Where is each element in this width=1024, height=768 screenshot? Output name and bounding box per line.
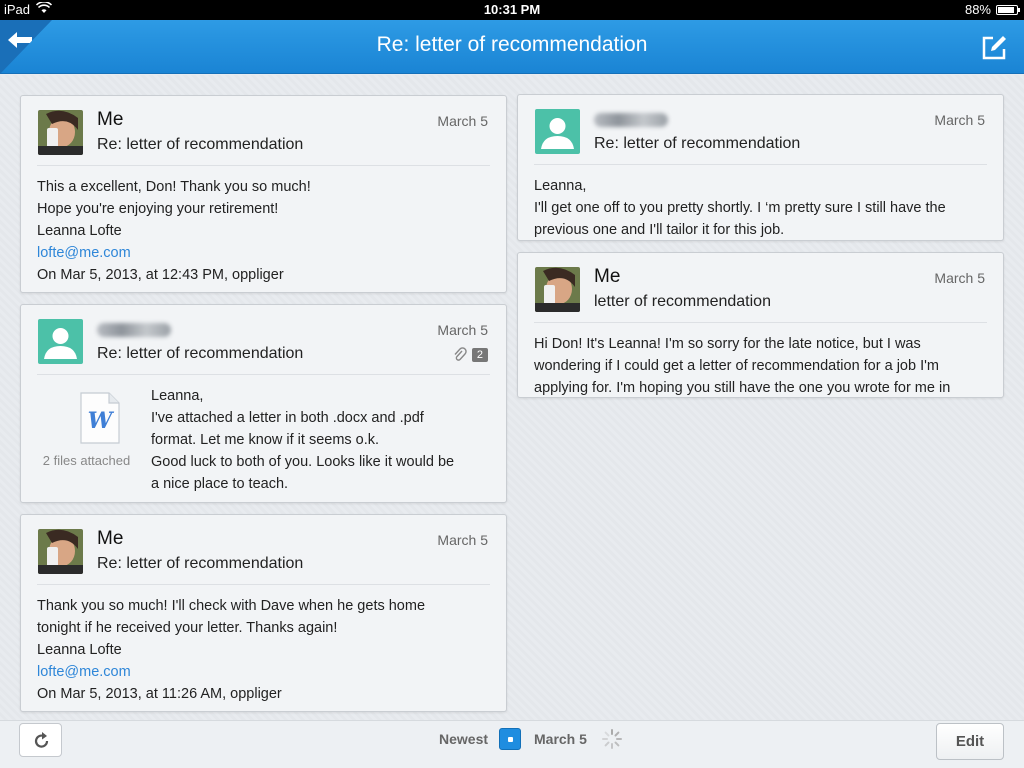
- body-line: Leanna Lofte: [37, 642, 122, 658]
- bottom-toolbar: Newest March 5 Edit: [0, 720, 1024, 768]
- message-date: March 5: [934, 270, 985, 286]
- refresh-icon: [34, 732, 49, 748]
- compose-icon: [982, 36, 1006, 60]
- email-link[interactable]: lofte@me.com: [37, 664, 131, 680]
- body-line: wondering if I could get a letter of rec…: [534, 358, 939, 374]
- body-line: Thank you so much! I'll check with Dave …: [37, 598, 426, 614]
- message-card[interactable]: Me Re: letter of recommendation March 5 …: [20, 514, 507, 712]
- sender-name: Me: [594, 266, 621, 287]
- email-link[interactable]: lofte@me.com: [37, 245, 131, 261]
- paperclip-icon: [454, 347, 467, 361]
- message-date: March 5: [437, 532, 488, 548]
- body-line: Hi Don! It's Leanna! I'm so sorry for th…: [534, 336, 921, 352]
- sender-name-blurred: [594, 113, 668, 127]
- body-line: I'll get one off to you pretty shortly. …: [534, 200, 946, 216]
- body-line: Leanna Lofte: [37, 223, 122, 239]
- body-line: This a excellent, Don! Thank you so much…: [37, 179, 311, 195]
- body-line: I've attached a letter in both .docx and…: [151, 410, 424, 426]
- message-body: Leanna, I'll get one off to you pretty s…: [518, 165, 1003, 240]
- message-card[interactable]: Re: letter of recommendation March 5 Lea…: [517, 94, 1004, 241]
- nav-bar: Re: letter of recommendation: [0, 20, 1024, 74]
- clock: 10:31 PM: [483, 2, 541, 17]
- conversation-area: Me Re: letter of recommendation March 5 …: [0, 75, 1024, 720]
- avatar: [38, 110, 83, 155]
- word-document-icon: W: [80, 392, 120, 444]
- body-line: a nice place to teach.: [151, 476, 289, 492]
- sort-date-label[interactable]: March 5: [534, 731, 587, 747]
- message-card[interactable]: Re: letter of recommendation March 5 2 W…: [20, 304, 507, 503]
- avatar: [38, 529, 83, 574]
- message-header: Me letter of recommendation March 5: [534, 253, 987, 323]
- quote-header: On Mar 5, 2013, at 12:43 PM, oppliger: [37, 267, 284, 283]
- message-subject: letter of recommendation: [594, 293, 771, 310]
- files-attached-label: 2 files attached: [42, 453, 131, 468]
- default-avatar-icon: [535, 109, 580, 154]
- message-header: Re: letter of recommendation March 5: [534, 95, 987, 165]
- message-body: Hi Don! It's Leanna! I'm so sorry for th…: [518, 323, 1003, 397]
- attachment-preview[interactable]: W 2 files attached: [39, 391, 134, 468]
- message-header: Re: letter of recommendation March 5 2: [37, 305, 490, 375]
- body-line: applying for. I'm hoping you still have …: [534, 380, 951, 396]
- attachment-count: 2: [471, 348, 488, 362]
- sender-name: Me: [97, 109, 124, 130]
- message-body: Thank you so much! I'll check with Dave …: [21, 585, 506, 705]
- message-subject: Re: letter of recommendation: [97, 136, 304, 153]
- message-header: Me Re: letter of recommendation March 5: [37, 515, 490, 585]
- svg-text:W: W: [88, 408, 115, 434]
- sort-slider-thumb[interactable]: [499, 728, 521, 750]
- loading-spinner-icon: [601, 728, 623, 755]
- battery-icon: [996, 4, 1020, 15]
- message-date: March 5: [437, 322, 488, 338]
- refresh-button[interactable]: [19, 723, 62, 757]
- message-subject: Re: letter of recommendation: [594, 135, 801, 152]
- body-line: previous one and I'll tailor it for this…: [534, 222, 785, 238]
- message-subject: Re: letter of recommendation: [97, 555, 304, 572]
- sort-newest-label[interactable]: Newest: [439, 731, 488, 747]
- attachment-indicator: 2: [453, 347, 488, 363]
- message-header: Me Re: letter of recommendation March 5: [37, 96, 490, 166]
- status-bar: iPad 10:31 PM 88%: [0, 0, 1024, 20]
- sender-name-blurred: [97, 323, 171, 337]
- message-date: March 5: [934, 112, 985, 128]
- body-line: tonight if he received your letter. Than…: [37, 620, 338, 636]
- page-title: Re: letter of recommendation: [376, 33, 648, 56]
- body-line: Leanna,: [151, 388, 204, 404]
- quote-header: On Mar 5, 2013, at 11:26 AM, oppliger: [37, 686, 282, 702]
- message-subject: Re: letter of recommendation: [97, 345, 304, 362]
- body-line: Hope you're enjoying your retirement!: [37, 201, 279, 217]
- avatar: [535, 267, 580, 312]
- body-line: Good luck to both of you. Looks like it …: [151, 454, 455, 470]
- message-date: March 5: [437, 113, 488, 129]
- battery-percent: 88%: [964, 2, 991, 17]
- sender-name: Me: [97, 528, 124, 549]
- default-avatar-icon: [38, 319, 83, 364]
- message-body: This a excellent, Don! Thank you so much…: [21, 166, 506, 286]
- edit-button[interactable]: Edit: [936, 723, 1004, 760]
- message-card[interactable]: Me letter of recommendation March 5 Hi D…: [517, 252, 1004, 398]
- message-card[interactable]: Me Re: letter of recommendation March 5 …: [20, 95, 507, 293]
- compose-button[interactable]: [980, 34, 1008, 67]
- body-line: format. Let me know if it seems o.k.: [151, 432, 380, 448]
- body-line: Leanna,: [534, 178, 587, 194]
